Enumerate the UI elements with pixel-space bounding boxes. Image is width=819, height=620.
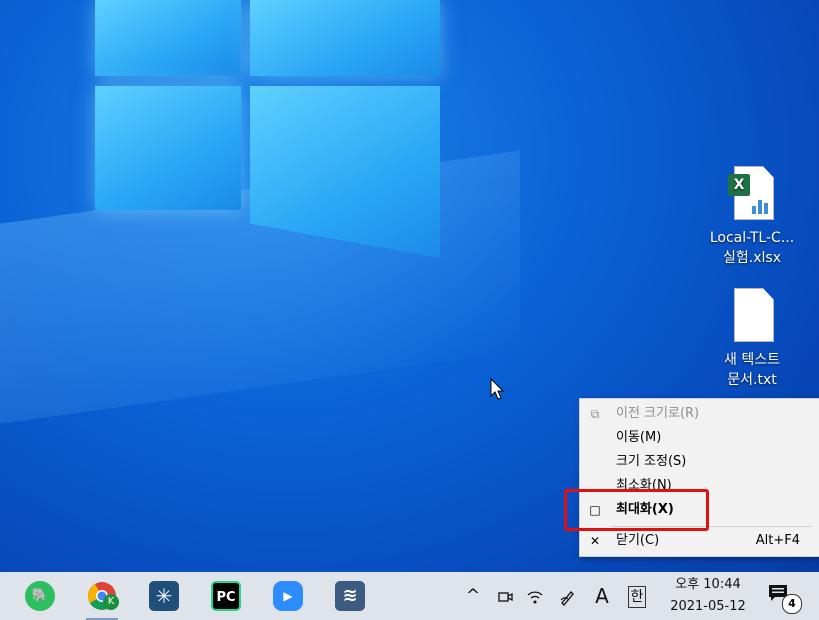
desktop-icon-excel[interactable]: X Local-TL-C... 실험.xlsx [697,166,807,268]
taskbar-app-mysql[interactable]: ≋ [326,572,374,620]
menu-shortcut: Alt+F4 [755,533,800,548]
wallpaper-window-pane [95,86,241,210]
menu-item-resize[interactable]: 크기 조정(S) [580,450,819,474]
meet-now-icon[interactable] [494,572,516,620]
clock-time: 오후 10:44 [675,577,741,592]
notification-count-badge: 4 [782,594,802,614]
wifi-icon[interactable] [524,572,546,620]
excel-file-icon: X [728,166,776,222]
mysql-workbench-icon: ≋ [335,581,365,611]
taskbar-app-chrome[interactable]: K [78,572,126,620]
menu-item-close[interactable]: ✕ 닫기(C) Alt+F4 [580,529,819,553]
text-file-icon [728,288,776,344]
ime-language-indicator[interactable]: 한 [624,572,650,620]
desktop-icon-label: 실험.xlsx [723,250,781,266]
ime-mode-indicator[interactable]: A [590,572,614,620]
wallpaper-window-pane [95,0,241,76]
profile-badge: K [103,594,119,610]
desktop-icon-label: 새 텍스트 [724,352,780,368]
app-icon: ✳ [149,581,179,611]
mouse-cursor-icon [490,378,505,400]
menu-item-move[interactable]: 이동(M) [580,426,819,450]
wallpaper-window-pane [250,0,440,76]
close-icon: ✕ [589,534,601,548]
taskbar-app-zoom[interactable]: ▶ [264,572,312,620]
desktop-icon-text[interactable]: 새 텍스트 문서.txt [697,288,807,390]
window-context-menu: ⧉ 이전 크기로(R) 이동(M) 크기 조정(S) 최소화(N) □ 최대화(… [579,398,819,557]
evernote-icon: 🐘 [25,581,55,611]
taskbar: 🐘 K ✳ PC ▶ ≋ ^ A 한 오후 10:44 2021-05-12 4 [0,572,819,620]
taskbar-app-generic[interactable]: ✳ [140,572,188,620]
pen-workspace-icon[interactable] [556,572,580,620]
taskbar-app-evernote[interactable]: 🐘 [16,572,64,620]
menu-item-restore[interactable]: ⧉ 이전 크기로(R) [580,402,819,426]
restore-icon: ⧉ [590,407,600,421]
show-hidden-icons-chevron-icon[interactable]: ^ [462,572,484,620]
action-center-button[interactable]: 4 [764,580,802,614]
desktop-icon-label: Local-TL-C... [709,230,795,246]
pycharm-icon: PC [211,581,241,611]
clock-date: 2021-05-12 [670,599,746,614]
zoom-icon: ▶ [273,581,303,611]
taskbar-app-pycharm[interactable]: PC [202,572,250,620]
taskbar-clock[interactable]: 오후 10:44 2021-05-12 [662,574,754,618]
desktop-icon-label: 문서.txt [727,372,777,388]
highlight-annotation-box [564,489,709,531]
